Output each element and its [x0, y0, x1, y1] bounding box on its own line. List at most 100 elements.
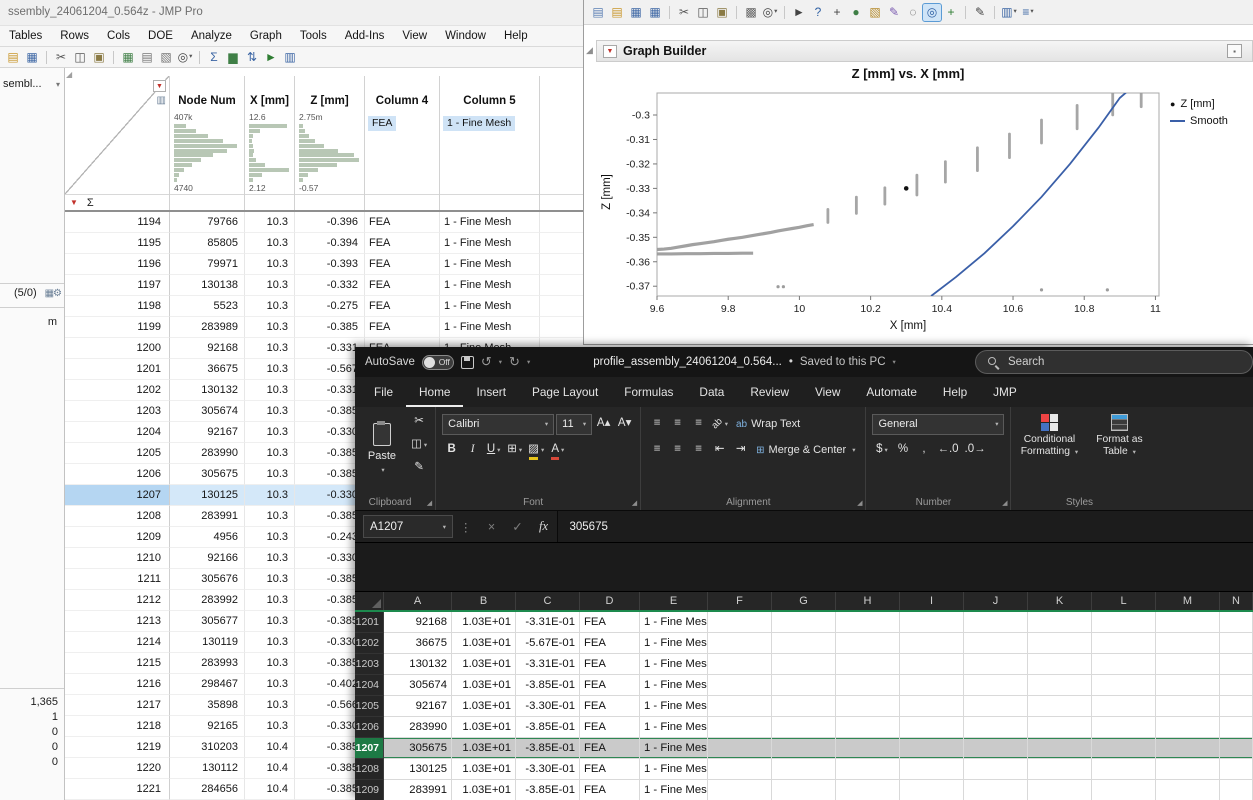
col-header-column4[interactable]: Column 4 FEA — [365, 76, 440, 210]
sheet-cell[interactable]: FEA — [580, 738, 640, 759]
sheet-cell[interactable] — [1092, 633, 1156, 654]
sheet-cell[interactable]: FEA — [580, 780, 640, 800]
row-number-cell[interactable]: 1220 — [65, 758, 170, 779]
sheet-cell[interactable] — [1028, 654, 1092, 675]
distribution-icon[interactable]: ▆ — [224, 49, 242, 66]
sheet-cell[interactable] — [1220, 696, 1253, 717]
jmp-cell[interactable]: FEA — [365, 254, 440, 275]
jmp-cell[interactable]: 92166 — [170, 548, 245, 569]
jmp-cell[interactable]: 5523 — [170, 296, 245, 317]
sheet-cell[interactable]: 1 - Fine Mesh — [640, 633, 708, 654]
jmp-cell[interactable]: 10.3 — [245, 611, 295, 632]
sheet-cell[interactable] — [1028, 759, 1092, 780]
jmp-cell[interactable]: 130119 — [170, 632, 245, 653]
sheet-cell[interactable] — [1092, 759, 1156, 780]
jmp-cell[interactable]: 10.3 — [245, 254, 295, 275]
row-number-cell[interactable]: 1207 — [65, 485, 170, 506]
jmp-cell[interactable]: 10.3 — [245, 695, 295, 716]
disclosure-icon[interactable]: ◢ — [586, 45, 593, 56]
formula-input[interactable]: 305675 — [557, 511, 1253, 542]
accounting-button[interactable]: $▾ — [872, 440, 891, 461]
percent-button[interactable]: % — [893, 440, 912, 461]
sheet-cell[interactable] — [1156, 780, 1220, 800]
row-number-cell[interactable]: 1200 — [65, 338, 170, 359]
new-data-table-icon[interactable]: ▦ — [119, 49, 137, 66]
brush-tool-icon[interactable]: ✎ — [885, 4, 903, 21]
jmp-menu-help[interactable]: Help — [495, 30, 537, 42]
jmp-menu-rows[interactable]: Rows — [51, 30, 98, 42]
sheet-cell[interactable]: 1.03E+01 — [452, 759, 516, 780]
jmp-cell[interactable]: 10.3 — [245, 380, 295, 401]
sheet-cell[interactable]: 1 - Fine Mesh — [640, 675, 708, 696]
document-title[interactable]: profile_assembly_24061204_0.564... — [593, 356, 782, 368]
sheet-cell[interactable] — [708, 696, 772, 717]
sheet-cell[interactable]: -3.31E-01 — [516, 612, 580, 633]
row-number-cell[interactable]: 1215 — [65, 653, 170, 674]
jmp-menu-window[interactable]: Window — [436, 30, 495, 42]
jmp-cell[interactable]: 10.3 — [245, 590, 295, 611]
sheet-cell[interactable] — [1220, 654, 1253, 675]
jmp-cell[interactable]: 310203 — [170, 737, 245, 758]
row-number-cell[interactable]: 1195 — [65, 233, 170, 254]
jmp-table-row[interactable]: 11958580510.3-0.394FEA1 - Fine Mesh — [65, 233, 583, 254]
column-header-L[interactable]: L — [1092, 592, 1156, 610]
ribbon-tab-help[interactable]: Help — [930, 377, 980, 407]
merge-center-button[interactable]: ⊞Merge & Center▾ — [752, 444, 859, 456]
sheet-cell[interactable] — [900, 654, 964, 675]
sheet-cell[interactable]: FEA — [580, 633, 640, 654]
legend-item[interactable]: ● Z [mm] — [1170, 95, 1228, 112]
sheet-cell[interactable] — [1092, 654, 1156, 675]
row-number-cell[interactable]: 1213 — [65, 611, 170, 632]
cancel-icon[interactable]: × — [479, 511, 505, 542]
jmp-cell[interactable]: 10.3 — [245, 632, 295, 653]
name-box[interactable]: A1207▾ — [363, 515, 453, 538]
sheet-cell[interactable]: FEA — [580, 759, 640, 780]
sheet-cell[interactable]: 36675 — [384, 633, 452, 654]
jmp-cell[interactable]: 35898 — [170, 695, 245, 716]
run-script-icon[interactable]: ► — [262, 49, 280, 66]
sheet-cell[interactable] — [1156, 612, 1220, 633]
jmp-menu-tables[interactable]: Tables — [0, 30, 51, 42]
column-header-H[interactable]: H — [836, 592, 900, 610]
sheet-cell[interactable] — [708, 654, 772, 675]
script-window-icon[interactable]: ▧ — [157, 49, 175, 66]
row-header-1201[interactable]: 1201 — [355, 612, 384, 633]
sheet-cell[interactable] — [1028, 696, 1092, 717]
jmp-cell[interactable]: 10.3 — [245, 233, 295, 254]
ribbon-tab-review[interactable]: Review — [737, 377, 802, 407]
dialog-launcher-icon[interactable]: ◢ — [1002, 499, 1007, 507]
jmp-cell[interactable]: 305674 — [170, 401, 245, 422]
font-size-select[interactable]: 11▾ — [556, 414, 592, 435]
sheet-cell[interactable]: 1 - Fine Mesh — [640, 738, 708, 759]
sheet-cell[interactable]: 1.03E+01 — [452, 696, 516, 717]
ellipsis-icon[interactable]: ⋮ — [453, 511, 479, 542]
sheet-cell[interactable]: 1.03E+01 — [452, 612, 516, 633]
sheet-cell[interactable]: -3.30E-01 — [516, 696, 580, 717]
globe-tool-icon[interactable]: ● — [847, 4, 865, 21]
sheet-cell[interactable] — [1092, 612, 1156, 633]
sheet-cell[interactable] — [772, 738, 836, 759]
paste-button[interactable]: Paste ▾ — [361, 411, 403, 485]
sheet-cell[interactable]: 305675 — [384, 738, 452, 759]
jmp-cell[interactable]: 92168 — [170, 338, 245, 359]
jmp-menu-tools[interactable]: Tools — [291, 30, 336, 42]
column-header-E[interactable]: E — [640, 592, 708, 610]
row-number-cell[interactable]: 1205 — [65, 443, 170, 464]
jmp-cell[interactable]: 1 - Fine Mesh — [440, 317, 540, 338]
sort-icon[interactable]: ⇅ — [243, 49, 261, 66]
row-number-cell[interactable]: 1206 — [65, 464, 170, 485]
sheet-cell[interactable]: 1 - Fine Mesh — [640, 780, 708, 800]
jmp-menu-graph[interactable]: Graph — [241, 30, 291, 42]
sheet-cell[interactable]: 1.03E+01 — [452, 654, 516, 675]
fill-color-button[interactable]: ▨▾ — [526, 440, 546, 461]
sheet-cell[interactable] — [1028, 633, 1092, 654]
sheet-cell[interactable] — [900, 612, 964, 633]
jmp-cell[interactable]: 36675 — [170, 359, 245, 380]
sheet-cell[interactable] — [964, 654, 1028, 675]
red-triangle-menu-icon[interactable]: ▼ — [603, 45, 617, 58]
jmp-cell[interactable]: 10.3 — [245, 569, 295, 590]
list-view-icon[interactable]: ≡▾ — [1019, 4, 1037, 21]
align-middle-button[interactable]: ≡ — [668, 414, 687, 435]
sheet-cell[interactable] — [1156, 633, 1220, 654]
cut-icon[interactable]: ✂ — [52, 49, 70, 66]
